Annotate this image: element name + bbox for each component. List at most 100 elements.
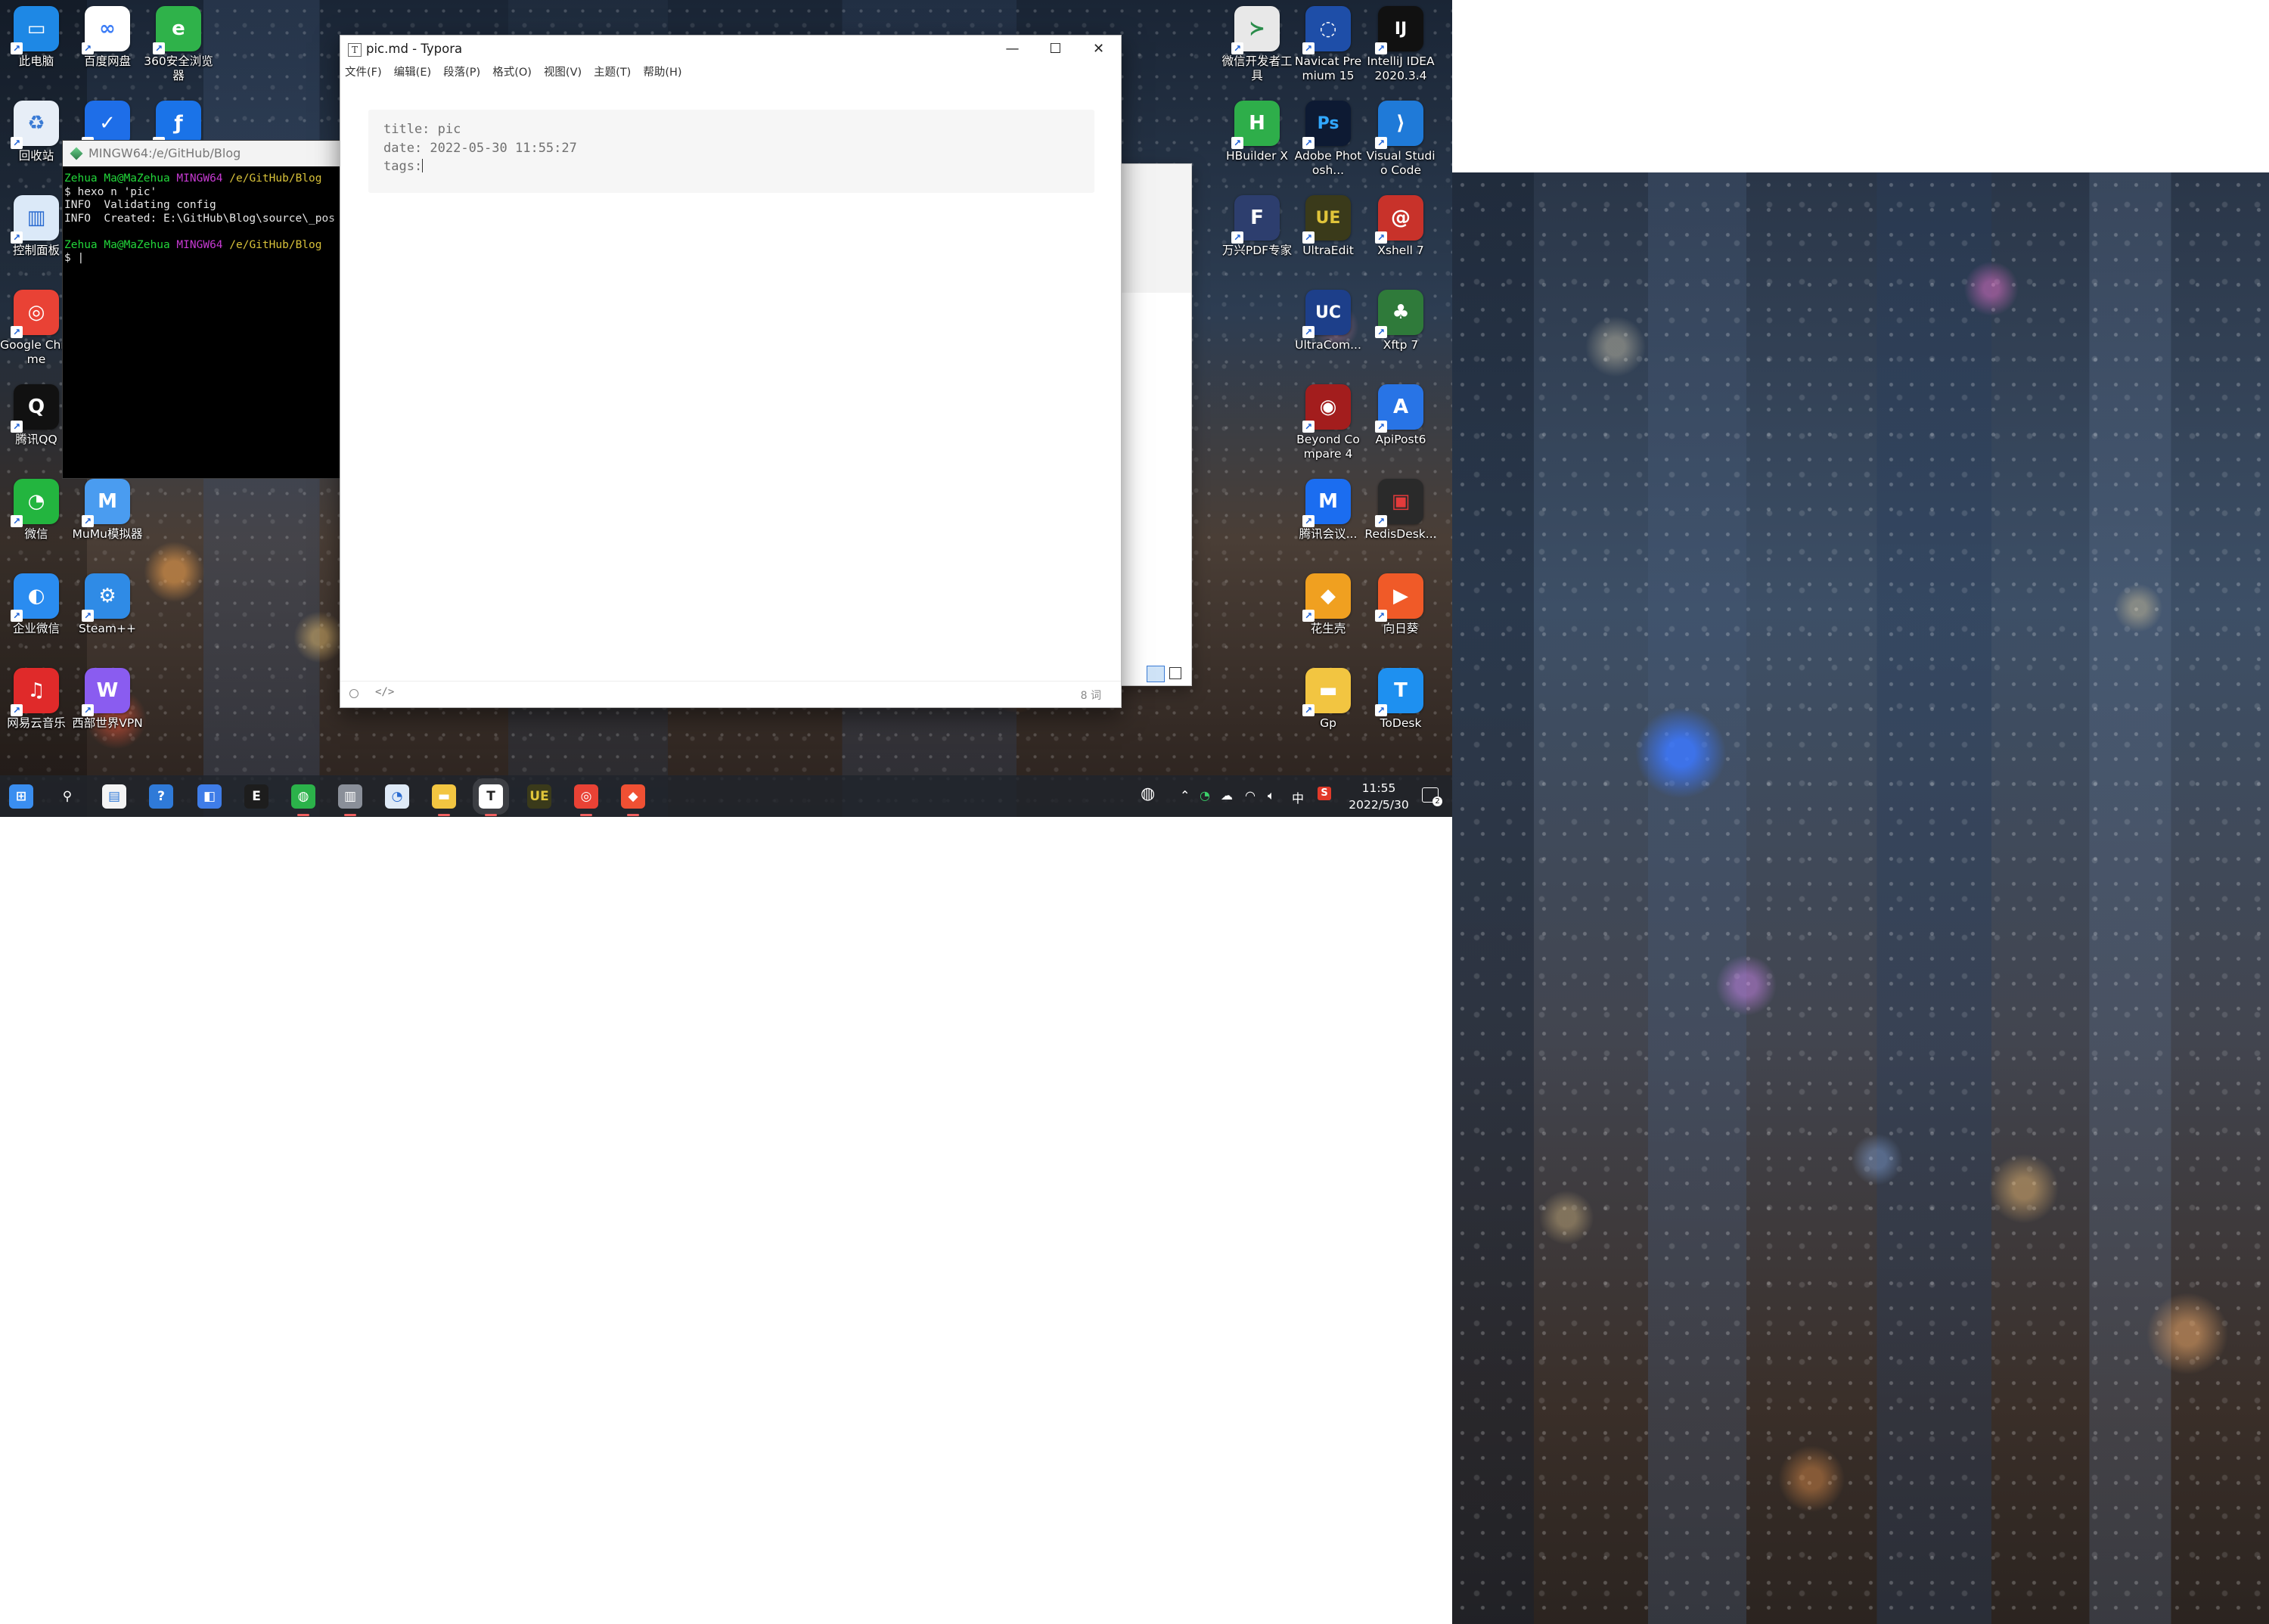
menu-file[interactable]: 文件(F)	[345, 63, 382, 82]
wifi-icon[interactable]: ◠	[1245, 788, 1256, 803]
desktop-icon-360[interactable]: e ↗ 360安全浏览器	[142, 6, 215, 83]
taskbar-typora-icon[interactable]: T	[473, 778, 509, 816]
source-code-mode-icon[interactable]: </>	[375, 686, 394, 698]
desktop-icon-redisdesk[interactable]: ▣ ↗ RedisDesk...	[1364, 479, 1437, 542]
desktop-icon-visual-studio-code[interactable]: ⟩ ↗ Visual Studio Code	[1364, 101, 1437, 178]
desktop-icon-steam[interactable]: ⚙ ↗ Steam++	[71, 573, 144, 636]
taskbar-everything-icon[interactable]: E	[244, 784, 268, 809]
desktop-icon-mumu[interactable]: M ↗ MuMu模拟器	[71, 479, 144, 542]
taskbar-printer-icon[interactable]: ▥	[338, 784, 362, 816]
sogou-ime-icon[interactable]: S	[1318, 787, 1331, 800]
menu-format[interactable]: 格式(O)	[492, 63, 532, 82]
desktop-icon-item-5[interactable]: ƒ↗	[142, 101, 215, 149]
wechat-tray-icon[interactable]: ◔	[1200, 788, 1210, 803]
taskbar: ⊞ ⚲ ▤? ◧ E ◍ ▥ ◔ ▬ T UE ◎ ◆ ◍ ⌃ ◔ ☁ ◠ 🔈︎ 中 S 11:55 2…	[0, 775, 1452, 817]
shortcut-arrow-icon: ↗	[11, 610, 23, 622]
cloud-tray-icon[interactable]: ☁	[1221, 788, 1233, 803]
item-4-app-icon: ✓↗	[82, 101, 130, 149]
steam-tray-icon[interactable]: ◍	[1141, 784, 1155, 803]
taskbar-start-icon[interactable]: ⊞	[9, 784, 33, 809]
desktop-icon-intellij-idea-2020-3-4[interactable]: IJ ↗ IntelliJ IDEA 2020.3.4	[1364, 6, 1437, 83]
desktop-icon-adobe-photosh[interactable]: Ps ↗ Adobe Photosh...	[1292, 101, 1364, 178]
beyond-compare-4-app-icon: ◉ ↗	[1302, 384, 1351, 433]
close-button[interactable]: ✕	[1077, 36, 1120, 63]
desktop-icon-label: 微信	[24, 527, 48, 541]
typora-window[interactable]: T pic.md - Typora — ☐ ✕ 文件(F) 编辑(E) 段落(P…	[340, 35, 1122, 708]
item-11-app-icon: ◐ ↗	[11, 573, 59, 622]
desktop-icon-item-1[interactable]: ∞ ↗ 百度网盘	[71, 6, 144, 69]
details-view-icon[interactable]	[1147, 666, 1165, 682]
taskbar-help-icon[interactable]: ?	[149, 784, 173, 809]
ultraedit-app-icon: UE ↗	[1302, 195, 1351, 244]
ime-indicator[interactable]: 中	[1292, 788, 1304, 806]
maximize-button[interactable]: ☐	[1034, 36, 1077, 63]
intellij-idea-2020-3-4-app-icon: IJ ↗	[1375, 6, 1423, 54]
outline-toggle-icon[interactable]	[349, 689, 359, 698]
desktop-icon-item-0[interactable]: ≻ ↗ 微信开发者工具	[1221, 6, 1293, 83]
desktop-icon-item-13[interactable]: M ↗ 腾讯会议...	[1292, 479, 1364, 542]
desktop-icon-gp[interactable]: ▬ ↗ Gp	[1292, 668, 1364, 731]
word-count[interactable]: 8 词	[1081, 688, 1101, 703]
front-matter-block[interactable]: title: pic date: 2022-05-30 11:55:27 tag…	[368, 110, 1094, 193]
terminal-title-bar[interactable]: MINGW64:/e/GitHub/Blog	[63, 141, 344, 166]
menu-edit[interactable]: 编辑(E)	[394, 63, 431, 82]
shortcut-arrow-icon: ↗	[82, 42, 94, 54]
typora-title-bar[interactable]: T pic.md - Typora — ☐ ✕	[340, 36, 1121, 63]
menu-theme[interactable]: 主题(T)	[594, 63, 631, 82]
taskbar-flashfxp-icon[interactable]: ◔	[385, 784, 409, 809]
desktop-icon-beyond-compare-4[interactable]: ◉ ↗ Beyond Compare 4	[1292, 384, 1364, 461]
terminal-output[interactable]: Zehua Ma@MaZehua MINGW64 /e/GitHub/Blog $…	[63, 166, 344, 265]
desktop-icon-item-15[interactable]: ◆ ↗ 花生壳	[1292, 573, 1364, 636]
desktop-icon-pdf[interactable]: F ↗ 万兴PDF专家	[1221, 195, 1293, 258]
menu-help[interactable]: 帮助(H)	[643, 63, 681, 82]
desktop-icon-navicat-premium-15[interactable]: ◌ ↗ Navicat Premium 15	[1292, 6, 1364, 83]
desktop-icon-xshell-7[interactable]: @ ↗ Xshell 7	[1364, 195, 1437, 258]
desktop-icon-apipost6[interactable]: A ↗ ApiPost6	[1364, 384, 1437, 447]
desktop-icon-item-9[interactable]: ◔ ↗ 微信	[0, 479, 73, 542]
desktop-icon-xftp-7[interactable]: ♣ ↗ Xftp 7	[1364, 290, 1437, 352]
shortcut-arrow-icon: ↗	[1375, 610, 1387, 622]
taskbar-search-icon[interactable]: ⚲	[55, 784, 79, 809]
shortcut-arrow-icon: ↗	[82, 704, 94, 716]
volume-icon[interactable]: 🔈︎	[1268, 788, 1275, 803]
taskbar-music-icon[interactable]: ◍	[291, 784, 315, 816]
taskbar-ultraedit-icon[interactable]: UE	[527, 784, 551, 809]
show-hidden-icons[interactable]: ⌃	[1180, 788, 1190, 803]
menu-paragraph[interactable]: 段落(P)	[443, 63, 480, 82]
desktop-icon-label: UltraEdit	[1302, 244, 1354, 257]
tiles-view-icon[interactable]	[1169, 667, 1181, 679]
terminal-prompt-line: Zehua Ma@MaZehua MINGW64 /e/GitHub/Blog	[64, 172, 322, 185]
taskbar-git-icon[interactable]: ◆	[621, 784, 645, 816]
desktop-icon-label: HBuilder X	[1225, 149, 1289, 163]
desktop-icon-hbuilder-x[interactable]: H ↗ HBuilder X	[1221, 101, 1293, 163]
notification-center-button[interactable]: 2	[1422, 787, 1442, 806]
desktop-icon-ultracom[interactable]: UC ↗ UltraCom...	[1292, 290, 1364, 352]
clock[interactable]: 11:55 2022/5/30	[1348, 780, 1410, 813]
taskbar-store-icon[interactable]: ▤	[102, 784, 126, 809]
taskbar-file-explorer-icon[interactable]: ▬	[432, 784, 456, 816]
hbuilder-x-app-icon: H ↗	[1231, 101, 1280, 149]
shortcut-arrow-icon: ↗	[1302, 42, 1315, 54]
minimize-button[interactable]: —	[991, 36, 1034, 63]
desktop-icon-todesk[interactable]: T ↗ ToDesk	[1364, 668, 1437, 731]
desktop-icon-item-4[interactable]: ✓↗	[71, 101, 144, 149]
menu-view[interactable]: 视图(V)	[544, 63, 582, 82]
vpn-app-icon: W ↗	[82, 668, 130, 716]
desktop-icon-vpn[interactable]: W ↗ 西部世界VPN	[71, 668, 144, 731]
xshell-7-app-icon: @ ↗	[1375, 195, 1423, 244]
mingw64-terminal-window[interactable]: MINGW64:/e/GitHub/Blog Zehua Ma@MaZehua …	[62, 140, 345, 479]
desktop-icon-item-0[interactable]: ▭ ↗ 此电脑	[0, 6, 73, 69]
taskbar-widgets-icon[interactable]: ◧	[197, 784, 222, 809]
taskbar-chrome-icon[interactable]: ◎	[574, 784, 598, 816]
desktop-icon-item-16[interactable]: ▶ ↗ 向日葵	[1364, 573, 1437, 636]
shortcut-arrow-icon: ↗	[1302, 704, 1315, 716]
desktop-icon-label: 万兴PDF专家	[1221, 244, 1293, 257]
shortcut-arrow-icon: ↗	[1375, 231, 1387, 244]
desktop-icon-ultraedit[interactable]: UE ↗ UltraEdit	[1292, 195, 1364, 258]
shortcut-arrow-icon: ↗	[11, 515, 23, 527]
item-6-app-icon: ▥ ↗	[11, 195, 59, 244]
desktop-icon-item-11[interactable]: ◐ ↗ 企业微信	[0, 573, 73, 636]
shortcut-arrow-icon: ↗	[1302, 421, 1315, 433]
mumu-app-icon: M ↗	[82, 479, 130, 527]
desktop-icon-item-13[interactable]: ♫ ↗ 网易云音乐	[0, 668, 73, 731]
